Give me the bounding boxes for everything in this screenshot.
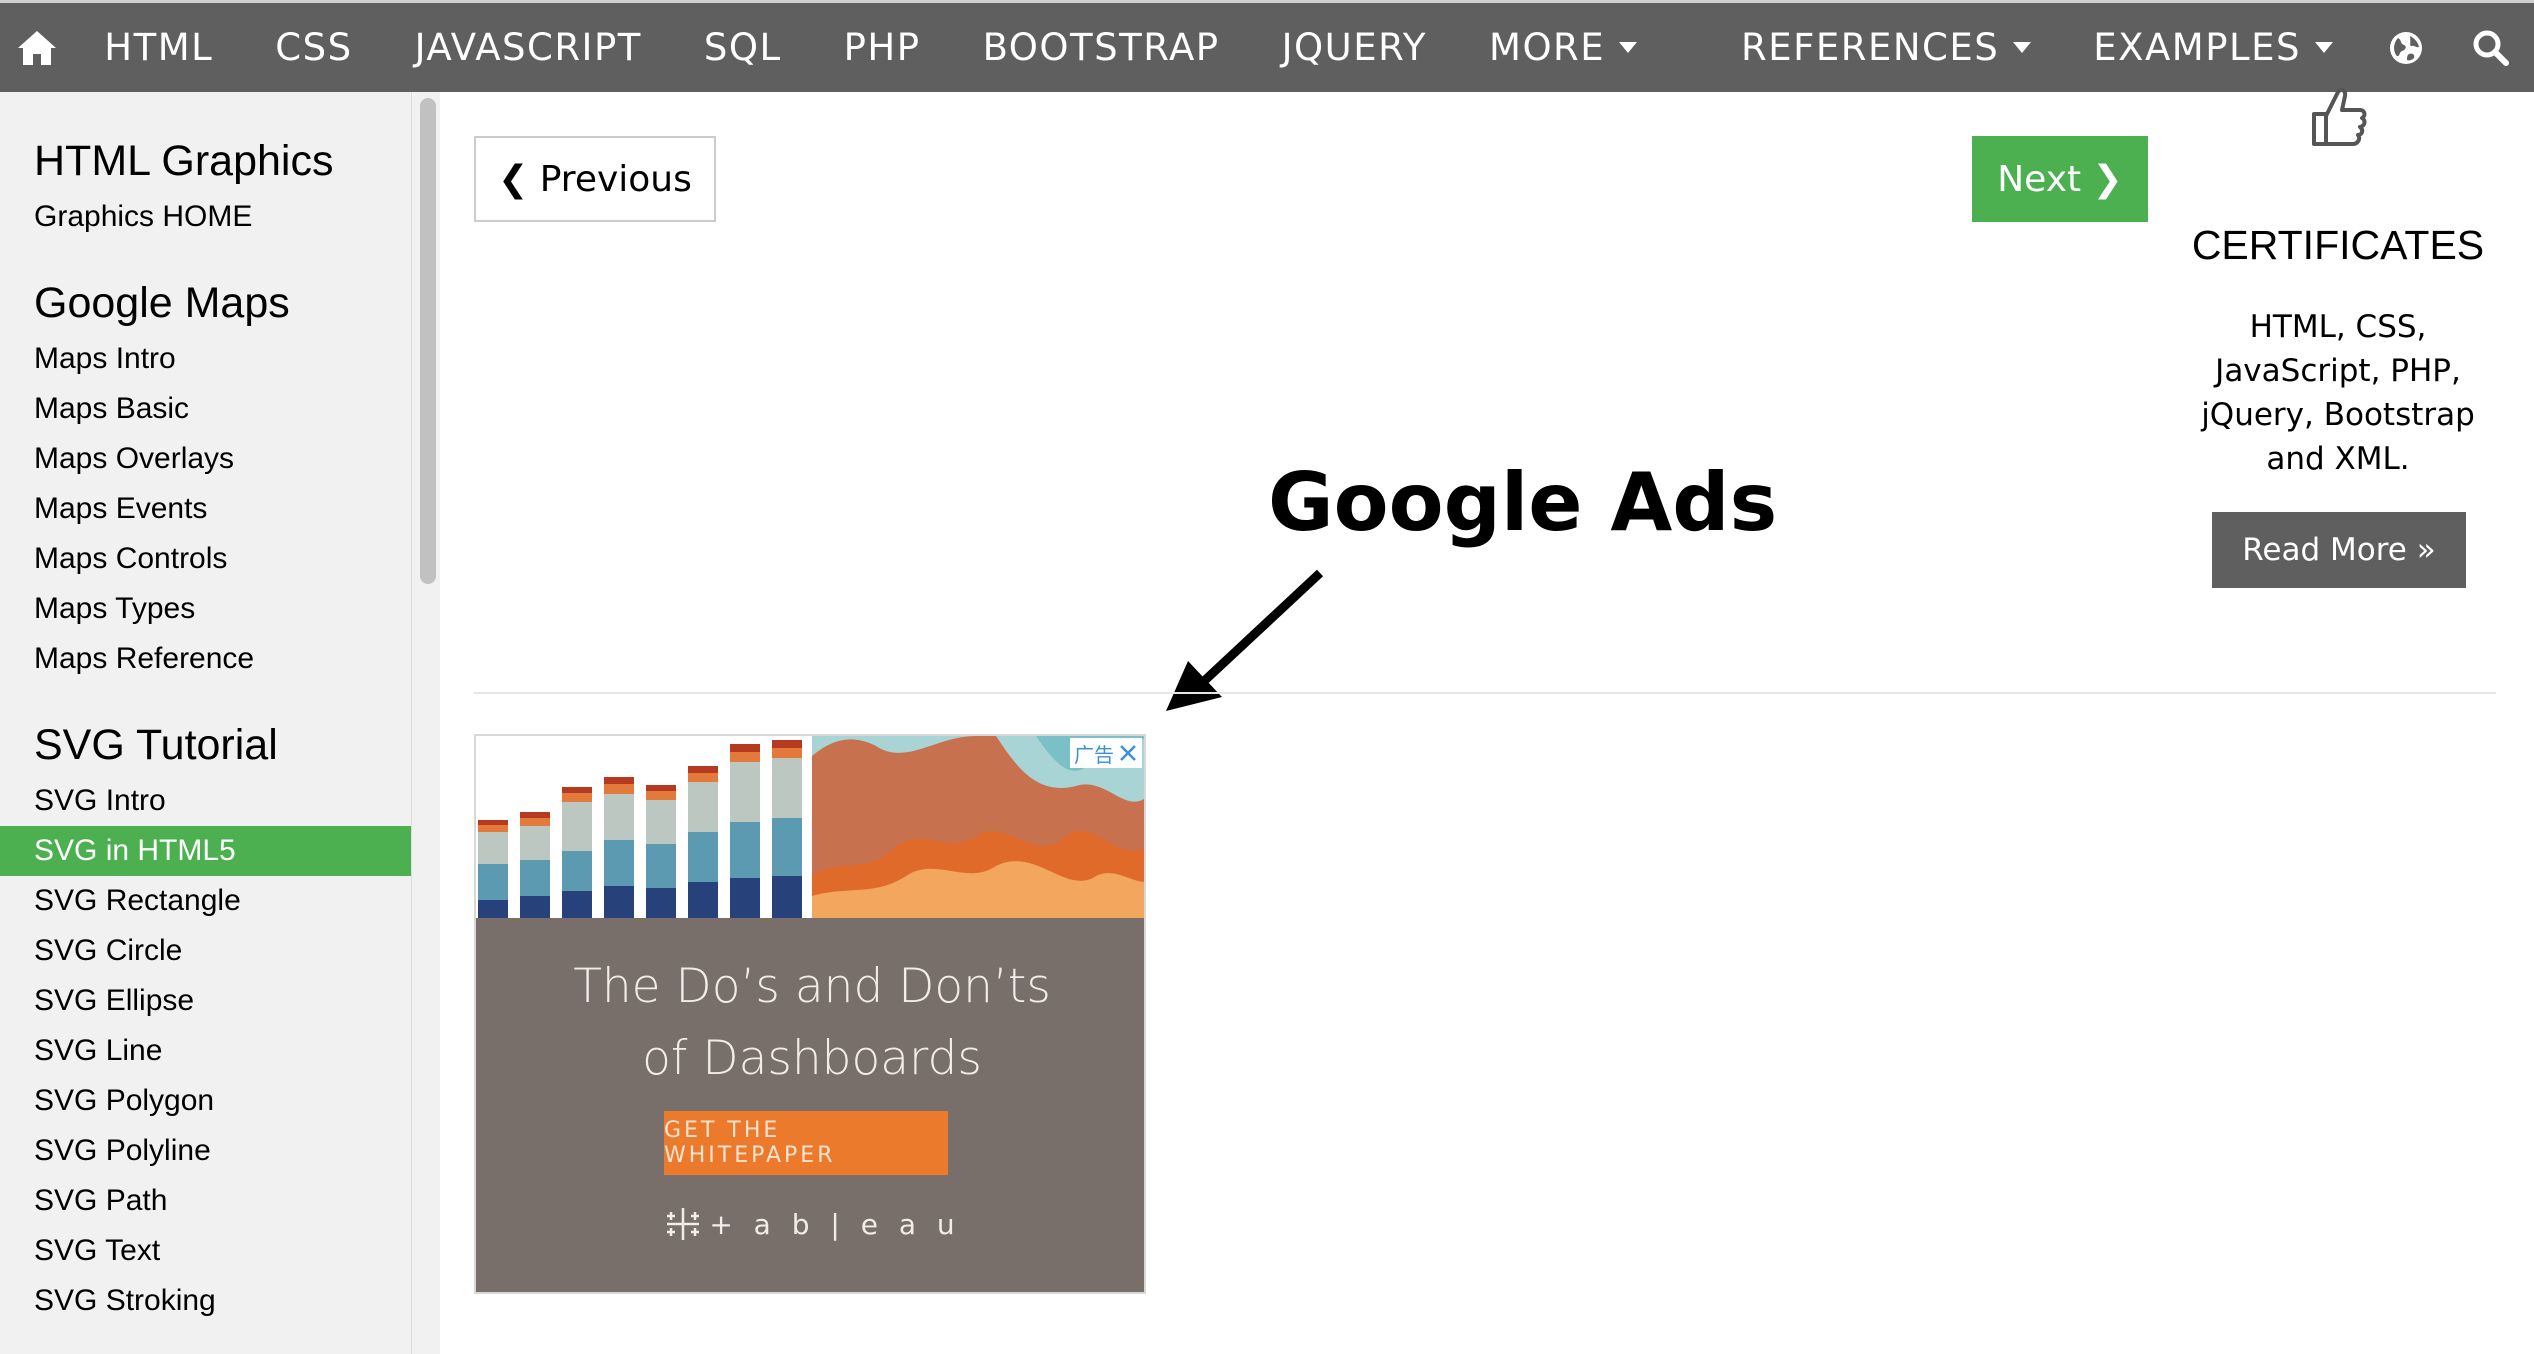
- sidebar-item-svg-stroking[interactable]: SVG Stroking: [0, 1276, 411, 1326]
- certificates-text: HTML, CSS, JavaScript, PHP, jQuery, Boot…: [2180, 305, 2496, 481]
- nav-html[interactable]: HTML: [73, 2, 244, 94]
- ad-dashboard-artwork: [476, 736, 1144, 918]
- nav-jquery[interactable]: JQUERY: [1251, 2, 1458, 94]
- nav-label: BOOTSTRAP: [982, 26, 1220, 69]
- sidebar-item-svg-polygon[interactable]: SVG Polygon: [0, 1076, 411, 1126]
- sidebar-item-maps-events[interactable]: Maps Events: [0, 484, 411, 534]
- previous-button[interactable]: ❮ Previous: [474, 136, 716, 222]
- sidebar-item-maps-controls[interactable]: Maps Controls: [0, 534, 411, 584]
- certificates-text-line: and XML.: [2266, 441, 2410, 477]
- sidebar-item-maps-basic[interactable]: Maps Basic: [0, 384, 411, 434]
- sidebar-item-maps-intro[interactable]: Maps Intro: [0, 334, 411, 384]
- nav-label: EXAMPLES: [2093, 26, 2301, 69]
- sidebar-scrollbar-thumb[interactable]: [420, 98, 436, 584]
- ad-headline-line2: of Dashboards: [642, 1031, 982, 1086]
- nav-label: REFERENCES: [1741, 26, 2000, 69]
- nav-label: PHP: [843, 26, 921, 69]
- home-button[interactable]: [0, 2, 73, 94]
- nav-references-dropdown[interactable]: REFERENCES: [1710, 2, 2062, 94]
- ad-choices-badge[interactable]: 广告: [1070, 738, 1142, 768]
- sidebar-top-gap: [0, 92, 411, 130]
- thumbs-up-icon: [2312, 87, 2367, 146]
- content-divider: [474, 692, 2496, 694]
- search-icon: [2473, 30, 2509, 66]
- globe-icon: [2390, 31, 2422, 64]
- annotation-label: Google Ads: [1268, 456, 1778, 549]
- nav-css[interactable]: CSS: [244, 2, 383, 94]
- sidebar-item-maps-reference[interactable]: Maps Reference: [0, 634, 411, 684]
- sidebar-item-svg-path[interactable]: SVG Path: [0, 1176, 411, 1226]
- ad-brand-name: + a b | e a u: [709, 1207, 961, 1241]
- nav-label: JAVASCRIPT: [414, 26, 642, 69]
- sidebar-item-svg-ellipse[interactable]: SVG Ellipse: [0, 976, 411, 1026]
- search-button[interactable]: [2448, 2, 2534, 94]
- tableau-logo-icon: [667, 1208, 700, 1240]
- nav-label: SQL: [703, 26, 782, 69]
- sidebar-item-svg-intro[interactable]: SVG Intro: [0, 776, 411, 826]
- certificates-text-line: jQuery, Bootstrap: [2201, 397, 2475, 433]
- sidebar-heading-google-maps: Google Maps: [34, 279, 290, 327]
- certificates-text-line: JavaScript, PHP,: [2215, 353, 2461, 389]
- sidebar-heading-html-graphics: HTML Graphics: [34, 137, 334, 185]
- translate-button[interactable]: [2364, 2, 2448, 94]
- caret-down-icon: [2315, 42, 2333, 53]
- ad-cta-button[interactable]: GET THE WHITEPAPER: [664, 1111, 948, 1175]
- sidebar-item-graphics-home[interactable]: Graphics HOME: [0, 192, 411, 242]
- sidebar-item-svg-circle[interactable]: SVG Circle: [0, 926, 411, 976]
- sidebar-item-svg-rectangle[interactable]: SVG Rectangle: [0, 876, 411, 926]
- nav-label: MORE: [1489, 26, 1606, 69]
- ad-brand-logo: + a b | e a u: [476, 1204, 1144, 1244]
- sidebar-item-svg-text[interactable]: SVG Text: [0, 1226, 411, 1276]
- google-ad[interactable]: 广告 The Do’s and Don’ts of Dashboards GET…: [474, 734, 1146, 1294]
- annotation-arrow-icon: [1166, 569, 1324, 711]
- nav-php[interactable]: PHP: [813, 2, 952, 94]
- close-icon[interactable]: [1118, 743, 1138, 763]
- next-button[interactable]: Next ❯: [1972, 136, 2148, 222]
- nav-examples-dropdown[interactable]: EXAMPLES: [2062, 2, 2364, 94]
- certificates-title: CERTIFICATES: [2191, 222, 2485, 268]
- nav-sql[interactable]: SQL: [673, 2, 813, 94]
- nav-javascript[interactable]: JAVASCRIPT: [384, 2, 673, 94]
- sidebar-heading-svg-tutorial: SVG Tutorial: [34, 721, 278, 769]
- certificates-text-line: HTML, CSS,: [2249, 309, 2427, 345]
- caret-down-icon: [2013, 42, 2032, 53]
- sidebar-item-svg-polyline[interactable]: SVG Polyline: [0, 1126, 411, 1176]
- ad-headline-line1: The Do’s and Don’ts: [573, 959, 1051, 1014]
- top-navigation: HTML CSS JAVASCRIPT SQL PHP BOOTSTRAP JQ…: [0, 0, 2534, 92]
- sidebar-item-maps-types[interactable]: Maps Types: [0, 584, 411, 634]
- nav-label: HTML: [104, 26, 214, 69]
- sidebar-item-svg-in-html5[interactable]: SVG in HTML5: [0, 826, 411, 876]
- nav-label: JQUERY: [1281, 26, 1428, 69]
- nav-label: CSS: [275, 26, 353, 69]
- read-more-button[interactable]: Read More »: [2212, 512, 2466, 588]
- ad-headline: The Do’s and Don’ts of Dashboards: [476, 951, 1144, 1095]
- ad-choices-label: 广告: [1074, 742, 1114, 767]
- caret-down-icon: [1619, 42, 1638, 53]
- home-icon: [17, 30, 56, 65]
- sidebar-item-svg-line[interactable]: SVG Line: [0, 1026, 411, 1076]
- sidebar-item-maps-overlays[interactable]: Maps Overlays: [0, 434, 411, 484]
- nav-bootstrap[interactable]: BOOTSTRAP: [952, 2, 1251, 94]
- nav-more-dropdown[interactable]: MORE: [1458, 2, 1668, 94]
- sidebar: HTML Graphics Graphics HOME Google Maps …: [0, 92, 412, 1354]
